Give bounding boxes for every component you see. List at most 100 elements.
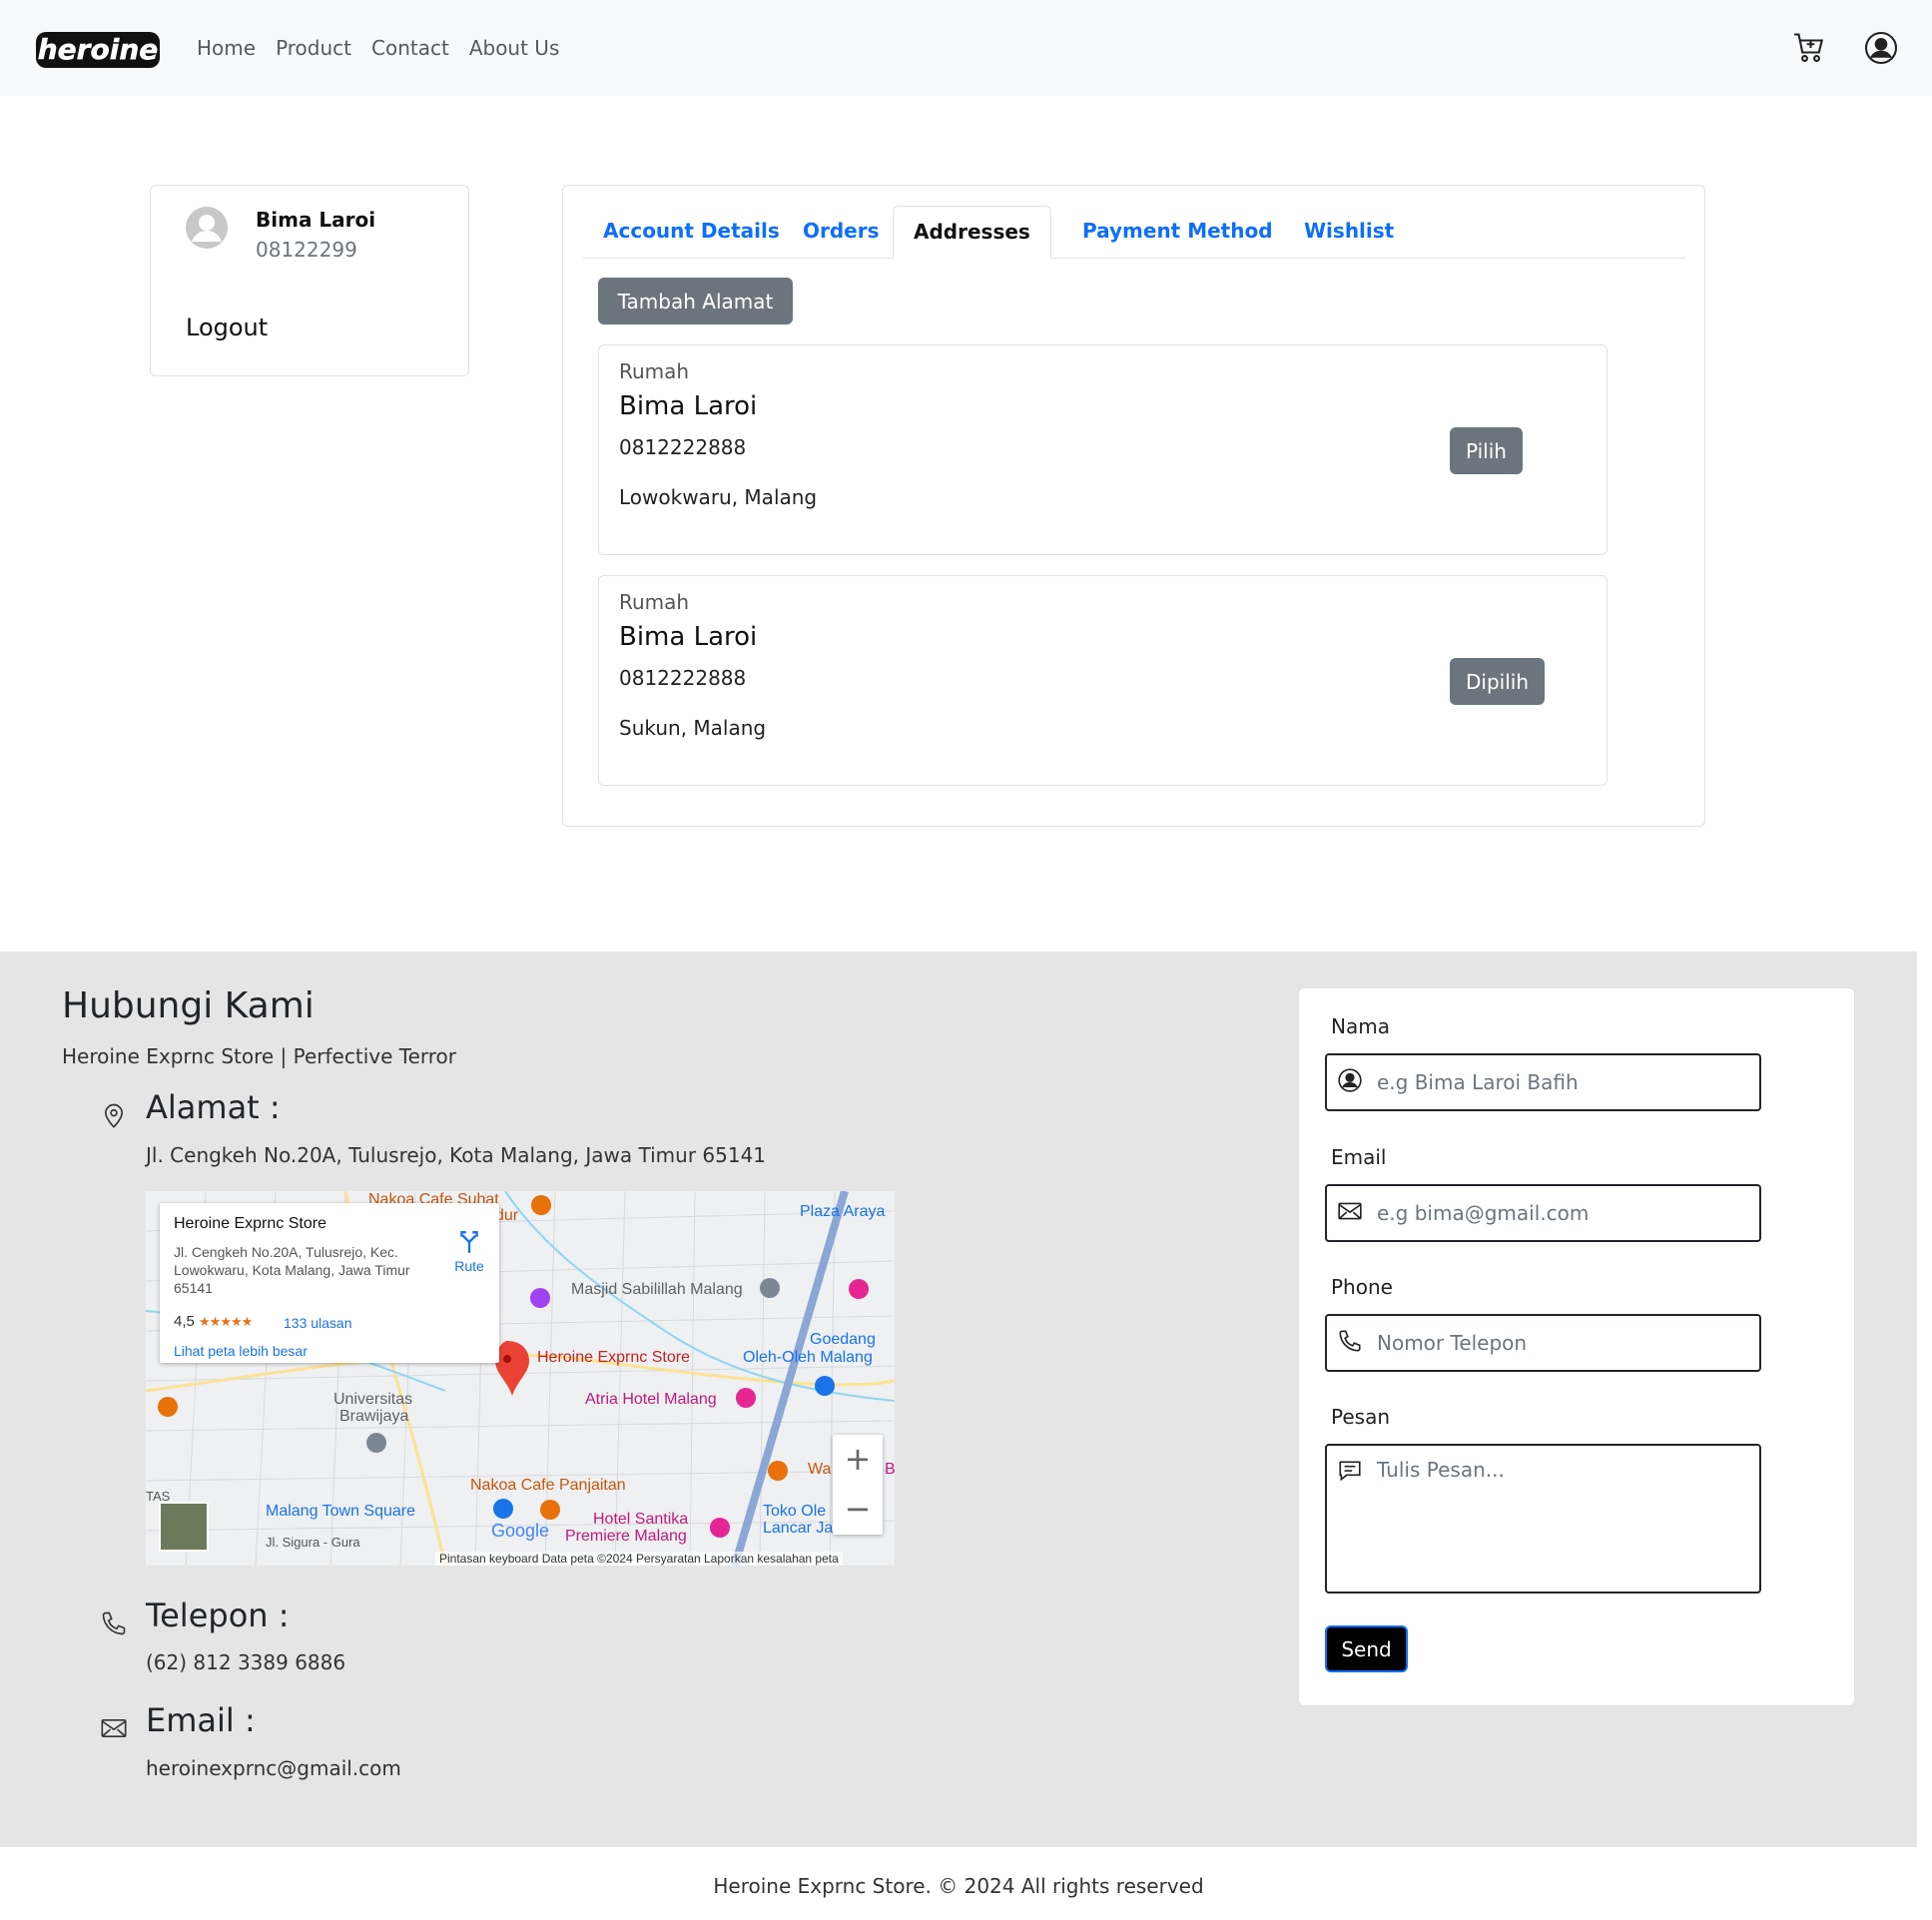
avatar-icon xyxy=(185,206,229,250)
user-circle-icon xyxy=(1337,1067,1363,1093)
address-phone: 0812222888 xyxy=(619,666,747,690)
envelope-icon xyxy=(100,1714,128,1742)
nav-product[interactable]: Product xyxy=(266,34,361,62)
tab-account-details[interactable]: Account Details xyxy=(583,206,800,259)
phone-heading: Telepon : xyxy=(146,1597,290,1634)
popup-rating: 4,5 ★★★★★ xyxy=(174,1313,253,1330)
map-place: Brawijaya xyxy=(339,1408,409,1425)
map-place: Wa xyxy=(808,1461,832,1478)
map-pin-label: Heroine Exprnc Store xyxy=(537,1349,690,1366)
zoom-in-button[interactable]: + xyxy=(833,1435,883,1485)
map-place: Universitas xyxy=(333,1391,413,1408)
map-place: TAS xyxy=(146,1489,171,1504)
address-card: Rumah Bima Laroi 0812222888 Lowokwaru, M… xyxy=(598,344,1608,555)
map-place: Premiere Malang xyxy=(565,1528,687,1545)
user-circle-icon[interactable] xyxy=(1863,30,1899,66)
address-label: Rumah xyxy=(619,590,690,614)
map-place: Atria Hotel Malang xyxy=(585,1391,717,1408)
chat-icon xyxy=(1337,1458,1363,1484)
map-place: Malang Town Square xyxy=(266,1503,416,1520)
envelope-icon xyxy=(1337,1198,1363,1224)
email-heading: Email : xyxy=(146,1701,256,1739)
svg-text:heroine: heroine xyxy=(38,33,159,66)
map-place: Hotel Santika xyxy=(593,1511,689,1528)
selected-address-button[interactable]: Dipilih xyxy=(1450,658,1545,705)
address-name: Bima Laroi xyxy=(619,622,758,652)
map-place: Oleh-Oleh Malang xyxy=(743,1349,873,1366)
profile-phone: 08122299 xyxy=(256,238,357,262)
name-field-wrapper xyxy=(1325,1053,1761,1111)
star-rating-icon: ★★★★★ xyxy=(199,1314,253,1329)
contact-form: Nama Email Phone xyxy=(1298,987,1855,1706)
map-place: Masjid Sabilillah Malang xyxy=(571,1281,743,1298)
popup-address: Jl. Cengkeh No.20A, Tulusrejo, Kec. Lowo… xyxy=(174,1244,410,1296)
larger-map-link[interactable]: Lihat peta lebih besar xyxy=(174,1343,308,1359)
name-label: Nama xyxy=(1331,1014,1390,1038)
map-place: Lancar Ja xyxy=(763,1520,834,1537)
nav-about-us[interactable]: About Us xyxy=(459,34,570,62)
map-info-popup: Heroine Exprnc Store Jl. Cengkeh No.20A,… xyxy=(160,1203,499,1363)
tab-wishlist[interactable]: Wishlist xyxy=(1284,206,1414,259)
message-input[interactable] xyxy=(1377,1458,1746,1568)
address-label: Rumah xyxy=(619,359,690,383)
tab-orders[interactable]: Orders xyxy=(783,206,900,259)
tab-payment-method[interactable]: Payment Method xyxy=(1062,206,1293,259)
phone-icon xyxy=(1337,1328,1363,1354)
map-place: Jl. Sigura - Gura xyxy=(266,1535,360,1550)
address-heading: Alamat : xyxy=(146,1088,281,1126)
phone-input[interactable] xyxy=(1377,1316,1746,1370)
account-panel: Account Details Orders Addresses Payment… xyxy=(562,185,1705,827)
store-email: heroinexprnc@gmail.com xyxy=(146,1756,401,1780)
email-field-wrapper xyxy=(1325,1184,1761,1242)
store-address: Jl. Cengkeh No.20A, Tulusrejo, Kota Mala… xyxy=(146,1143,767,1167)
message-label: Pesan xyxy=(1331,1405,1391,1429)
google-wordmark: Google xyxy=(491,1521,550,1541)
directions-button[interactable]: Rute xyxy=(449,1229,489,1274)
map-attribution[interactable]: Pintasan keyboard Data peta ©2024 Persya… xyxy=(435,1552,843,1566)
address-area: Sukun, Malang xyxy=(619,716,767,740)
copyright-text: Heroine Exprnc Store. © 2024 All rights … xyxy=(713,1874,1204,1898)
popup-reviews-link[interactable]: 133 ulasan xyxy=(284,1315,352,1331)
select-address-button[interactable]: Pilih xyxy=(1450,427,1523,474)
add-address-button[interactable]: Tambah Alamat xyxy=(598,278,793,324)
navbar: heroine Home Product Contact About Us xyxy=(0,0,1932,96)
address-card: Rumah Bima Laroi 0812222888 Sukun, Malan… xyxy=(598,575,1608,786)
zoom-out-button[interactable]: − xyxy=(833,1485,883,1535)
directions-icon xyxy=(460,1231,478,1253)
google-map[interactable]: Nakoa Cafe Suhat dur Plaza Araya Masjid … xyxy=(146,1191,895,1566)
message-field-wrapper xyxy=(1325,1444,1761,1594)
rating-value: 4,5 xyxy=(174,1313,195,1330)
account-tabs: Account Details Orders Addresses Payment… xyxy=(583,206,1686,260)
map-place: Goedang xyxy=(810,1331,876,1348)
phone-field-wrapper xyxy=(1325,1314,1761,1372)
brand-logo[interactable]: heroine xyxy=(34,26,164,72)
cart-icon[interactable] xyxy=(1791,30,1827,66)
profile-card: Bima Laroi 08122299 Logout xyxy=(150,185,469,376)
location-pin-icon xyxy=(100,1101,128,1129)
route-label: Rute xyxy=(454,1258,484,1274)
map-place: B xyxy=(885,1461,895,1478)
phone-label: Phone xyxy=(1331,1275,1393,1299)
address-name: Bima Laroi xyxy=(619,391,758,421)
nav-links: Home Product Contact About Us xyxy=(197,34,569,62)
logout-link[interactable]: Logout xyxy=(186,314,268,341)
tab-addresses[interactable]: Addresses xyxy=(893,206,1051,260)
store-phone: (62) 812 3389 6886 xyxy=(146,1650,346,1674)
send-button[interactable]: Send xyxy=(1325,1625,1408,1672)
phone-icon xyxy=(100,1609,128,1637)
email-input[interactable] xyxy=(1377,1186,1746,1240)
map-place: Nakoa Cafe Panjaitan xyxy=(470,1477,626,1494)
map-zoom-controls: + − xyxy=(833,1435,883,1535)
profile-name: Bima Laroi xyxy=(256,208,376,232)
nav-contact[interactable]: Contact xyxy=(361,34,459,62)
email-label: Email xyxy=(1331,1145,1387,1169)
address-phone: 0812222888 xyxy=(619,435,747,459)
contact-section: Hubungi Kami Heroine Exprnc Store | Perf… xyxy=(0,952,1917,1847)
map-place: Plaza Araya xyxy=(800,1203,886,1220)
contact-subtitle: Heroine Exprnc Store | Perfective Terror xyxy=(62,1044,456,1068)
nav-home[interactable]: Home xyxy=(197,34,266,62)
contact-title: Hubungi Kami xyxy=(62,985,315,1026)
name-input[interactable] xyxy=(1377,1055,1746,1109)
address-area: Lowokwaru, Malang xyxy=(619,485,818,509)
map-place: Toko Ole xyxy=(763,1503,827,1520)
